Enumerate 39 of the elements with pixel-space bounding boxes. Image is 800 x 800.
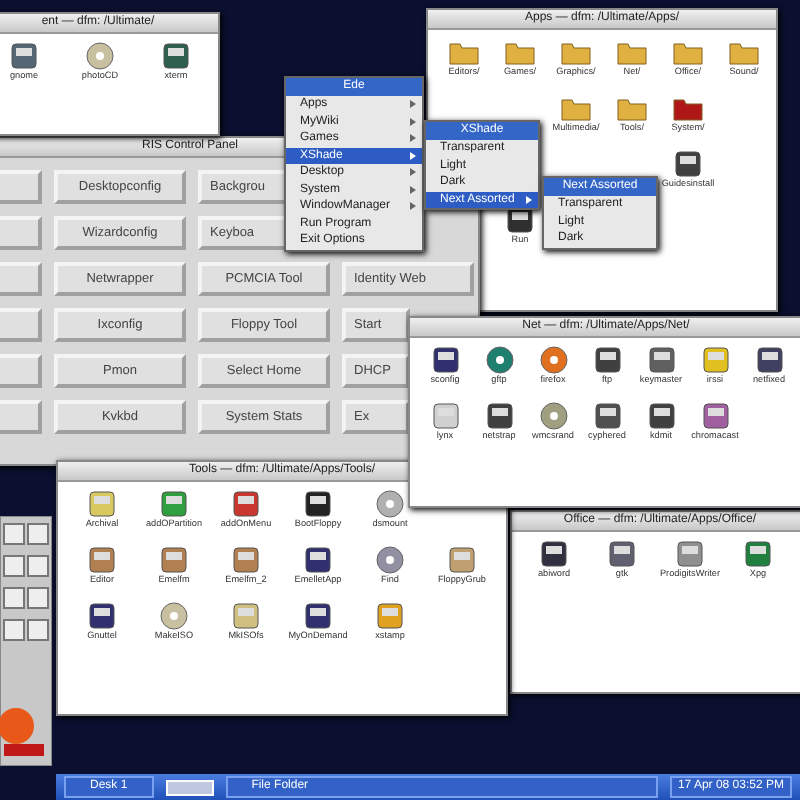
disc-icon[interactable] <box>483 346 515 374</box>
app-icon[interactable] <box>606 540 638 568</box>
app-icon[interactable] <box>591 346 623 374</box>
disc-icon[interactable] <box>84 42 116 70</box>
app-icon[interactable] <box>429 346 461 374</box>
disc-icon[interactable] <box>374 546 406 574</box>
app-icon[interactable] <box>160 42 192 70</box>
app-icon[interactable] <box>645 402 677 430</box>
app-icon[interactable] <box>591 402 623 430</box>
folder-icon[interactable] <box>560 38 592 66</box>
app-icon[interactable] <box>538 540 570 568</box>
app-icon[interactable] <box>302 490 334 518</box>
app-icon[interactable] <box>230 490 262 518</box>
app-icon[interactable] <box>742 540 774 568</box>
app-icon[interactable] <box>86 602 118 630</box>
folder-icon[interactable] <box>616 38 648 66</box>
folder-icon[interactable] <box>560 94 592 122</box>
app-icon[interactable] <box>483 402 515 430</box>
app-icon[interactable] <box>753 346 785 374</box>
folder-icon[interactable] <box>672 94 704 122</box>
folder-icon[interactable] <box>448 38 480 66</box>
app-icon[interactable] <box>302 546 334 574</box>
folder-icon[interactable] <box>504 38 536 66</box>
app-icon[interactable] <box>645 346 677 374</box>
app-icon[interactable] <box>302 602 334 630</box>
folder-icon[interactable] <box>728 38 760 66</box>
submenu-arrow-icon <box>526 193 534 206</box>
disc-icon[interactable] <box>537 402 569 430</box>
disc-icon[interactable] <box>374 490 406 518</box>
folder-icon[interactable] <box>672 38 704 66</box>
disc-icon[interactable] <box>537 346 569 374</box>
pager[interactable] <box>165 779 214 795</box>
disc-icon[interactable] <box>158 602 190 630</box>
app-icon[interactable] <box>672 150 704 178</box>
folder-icon[interactable] <box>616 94 648 122</box>
app-icon[interactable] <box>8 42 40 70</box>
app-icon[interactable] <box>504 206 536 234</box>
app-icon[interactable] <box>699 402 731 430</box>
tool-palette-drawing[interactable] <box>0 516 52 766</box>
